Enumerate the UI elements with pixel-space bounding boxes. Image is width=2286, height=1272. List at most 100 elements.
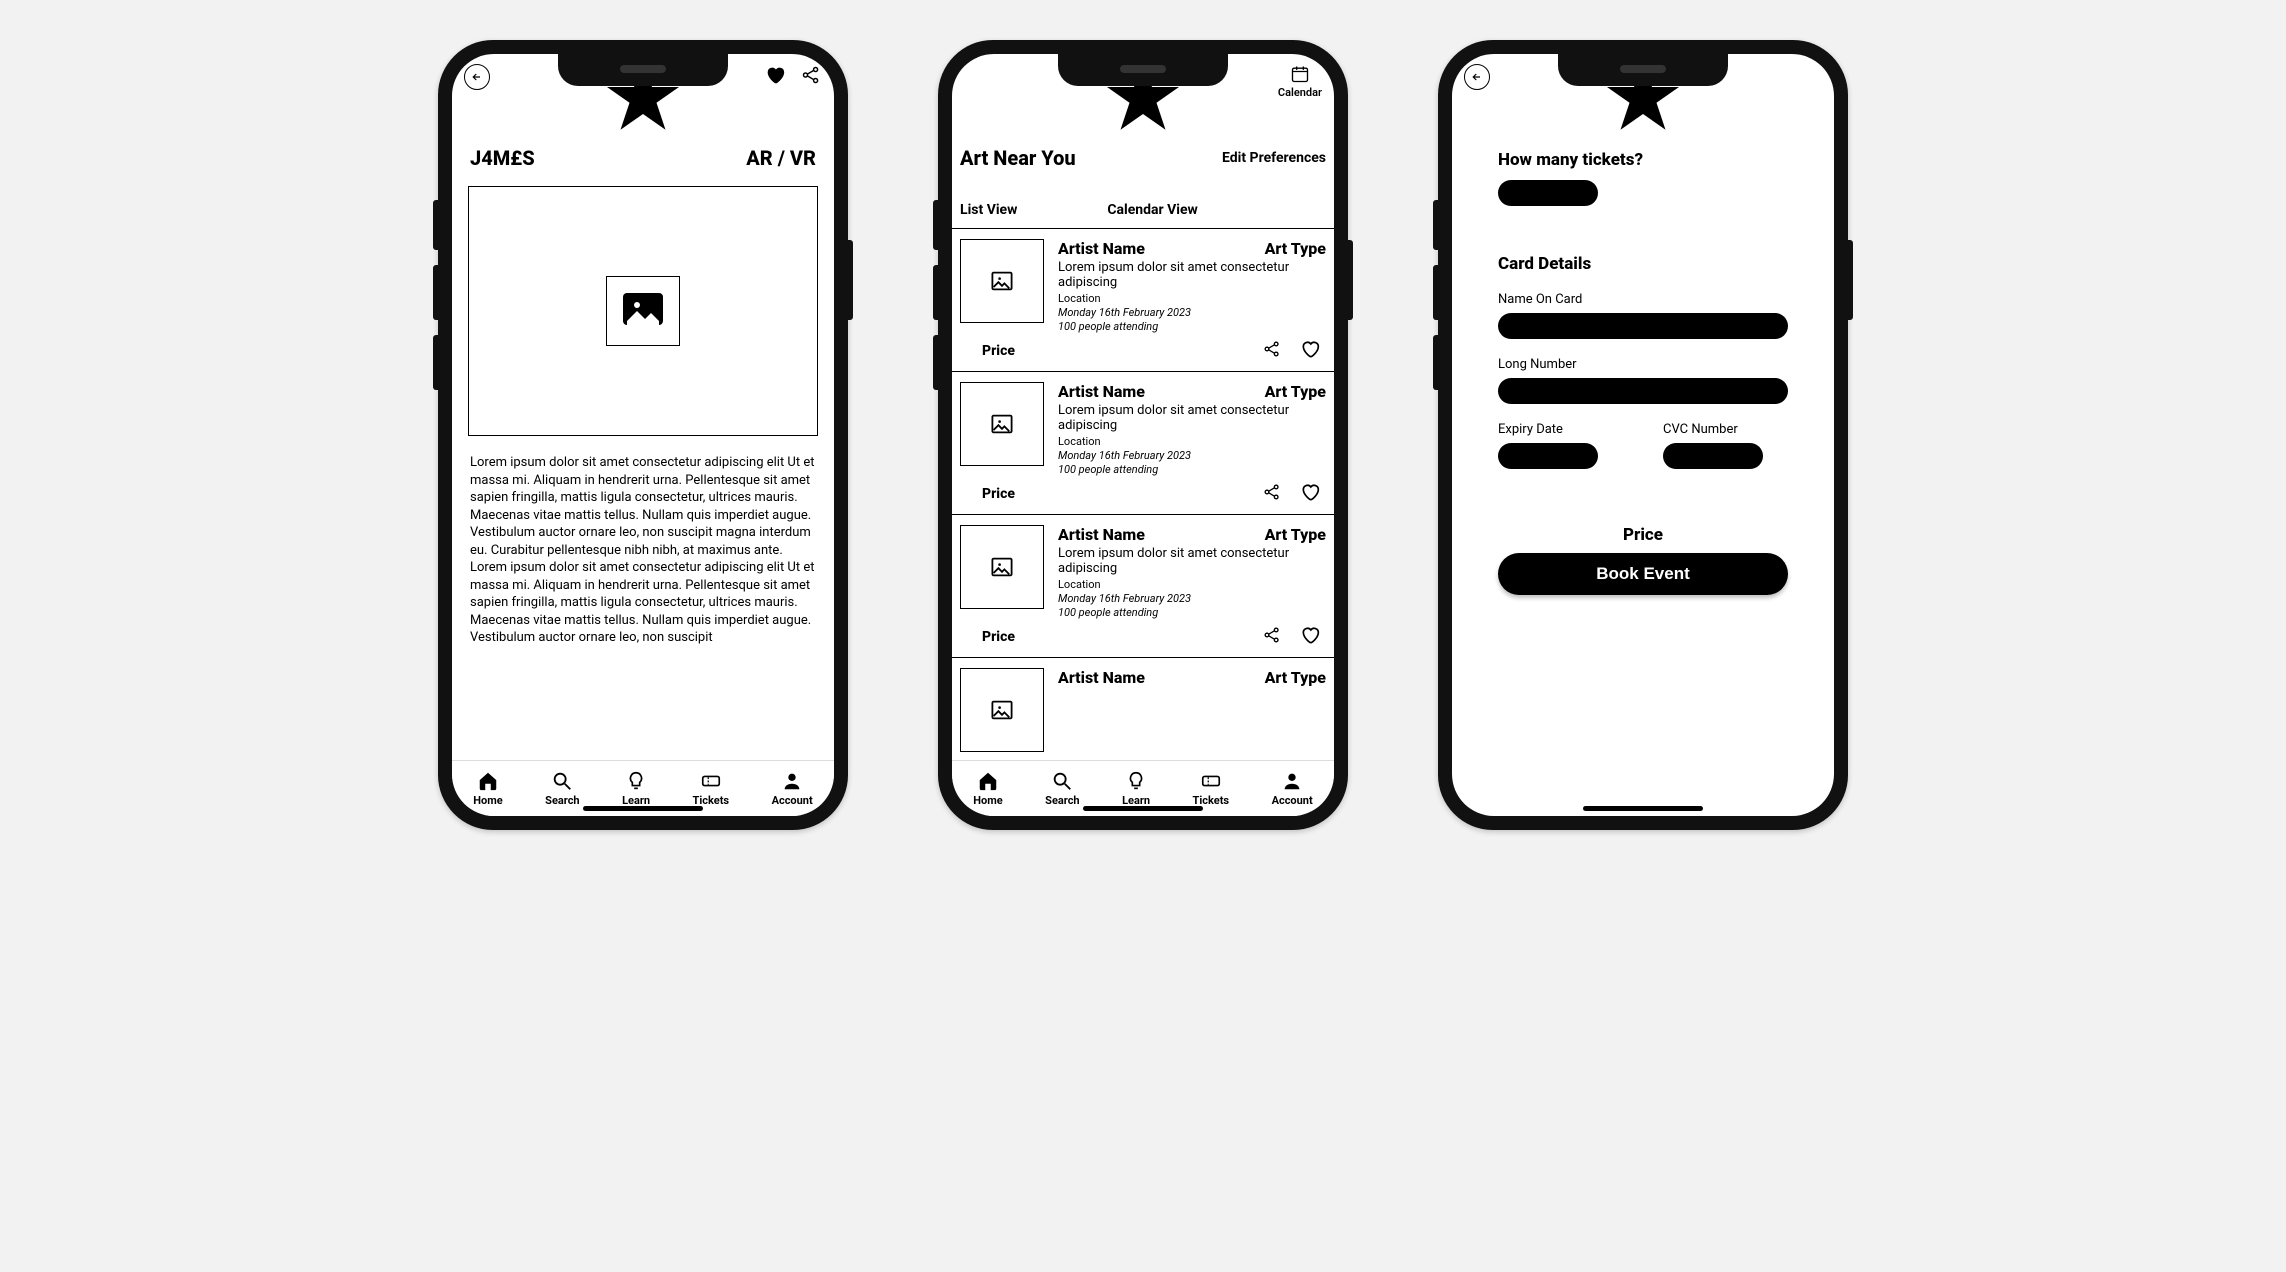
event-artist-name: Artist Name: [1058, 239, 1145, 258]
calendar-button[interactable]: Calendar: [1278, 64, 1322, 99]
ticket-icon: [700, 770, 722, 792]
artist-description: Lorem ipsum dolor sit amet consectetur a…: [464, 436, 822, 647]
event-list: Artist Name Art Type Lorem ipsum dolor s…: [952, 228, 1334, 760]
image-placeholder-icon: [989, 555, 1015, 579]
share-button[interactable]: [1262, 625, 1282, 649]
event-description: Lorem ipsum dolor sit amet consectetur a…: [1058, 260, 1326, 290]
share-button[interactable]: [1262, 482, 1282, 506]
edit-preferences-link[interactable]: Edit Preferences: [1222, 150, 1326, 166]
heart-outline-icon: [1300, 625, 1320, 645]
share-icon: [800, 64, 822, 86]
event-price: Price: [960, 343, 1015, 359]
search-icon: [551, 770, 573, 792]
event-location: Location: [1058, 292, 1326, 305]
nav-search[interactable]: Search: [545, 770, 579, 807]
event-art-type: Art Type: [1265, 239, 1326, 258]
favorite-button[interactable]: [1300, 625, 1320, 649]
event-date: Monday 16th February 2023: [1058, 592, 1326, 605]
heart-outline-icon: [1300, 339, 1320, 359]
event-attending: 100 people attending: [1058, 606, 1326, 619]
name-on-card-label: Name On Card: [1498, 292, 1788, 307]
heart-icon: [764, 64, 786, 86]
expiry-input[interactable]: [1498, 443, 1598, 469]
event-price: Price: [960, 629, 1015, 645]
price-label: Price: [1498, 525, 1788, 545]
event-card[interactable]: Artist Name Art Type Lorem ipsum dolor s…: [952, 372, 1334, 515]
nav-home-label: Home: [473, 794, 502, 807]
phone-art-near-you: Calendar Art Near You Edit Preferences L…: [938, 40, 1348, 830]
search-icon: [1051, 770, 1073, 792]
card-details-heading: Card Details: [1498, 254, 1788, 274]
nav-account-label: Account: [1272, 794, 1313, 807]
name-on-card-input[interactable]: [1498, 313, 1788, 339]
nav-home-label: Home: [973, 794, 1002, 807]
expiry-label: Expiry Date: [1498, 422, 1623, 437]
share-icon: [1262, 625, 1282, 645]
image-placeholder-icon: [989, 698, 1015, 722]
image-placeholder-icon: [989, 412, 1015, 436]
nav-learn[interactable]: Learn: [622, 770, 650, 807]
share-button[interactable]: [800, 64, 822, 90]
cvc-label: CVC Number: [1663, 422, 1788, 437]
book-event-button[interactable]: Book Event: [1498, 553, 1788, 595]
share-button[interactable]: [1262, 339, 1282, 363]
image-placeholder-icon: [989, 269, 1015, 293]
event-card[interactable]: Artist Name Art Type Lorem ipsum dolor s…: [952, 229, 1334, 372]
calendar-icon: [1290, 64, 1310, 84]
nav-tickets[interactable]: Tickets: [1193, 770, 1230, 807]
tickets-question: How many tickets?: [1498, 150, 1788, 170]
event-date: Monday 16th February 2023: [1058, 306, 1326, 319]
favorite-button[interactable]: [1300, 339, 1320, 363]
arvr-link[interactable]: AR / VR: [746, 146, 816, 170]
nav-search-label: Search: [1045, 794, 1079, 807]
ticket-icon: [1200, 770, 1222, 792]
event-date: Monday 16th February 2023: [1058, 449, 1326, 462]
tab-calendar-view[interactable]: Calendar View: [1107, 202, 1197, 218]
nav-account[interactable]: Account: [772, 770, 813, 807]
home-icon: [977, 770, 999, 792]
event-art-type: Art Type: [1265, 525, 1326, 544]
nav-account-label: Account: [772, 794, 813, 807]
tab-list-view[interactable]: List View: [960, 202, 1017, 218]
event-location: Location: [1058, 578, 1326, 591]
nav-home[interactable]: Home: [473, 770, 502, 807]
bulb-icon: [625, 770, 647, 792]
event-description: Lorem ipsum dolor sit amet consectetur a…: [1058, 546, 1326, 576]
back-button[interactable]: [464, 64, 490, 90]
ticket-quantity-input[interactable]: [1498, 180, 1598, 206]
event-thumbnail: [960, 382, 1044, 466]
event-art-type: Art Type: [1265, 382, 1326, 401]
nav-learn[interactable]: Learn: [1122, 770, 1150, 807]
favorite-button[interactable]: [764, 64, 786, 90]
bulb-icon: [1125, 770, 1147, 792]
event-artist-name: Artist Name: [1058, 382, 1145, 401]
favorite-button[interactable]: [1300, 482, 1320, 506]
nav-tickets[interactable]: Tickets: [693, 770, 730, 807]
home-icon: [477, 770, 499, 792]
card-number-input[interactable]: [1498, 378, 1788, 404]
event-card[interactable]: Artist Name Art Type Lorem ipsum dolor s…: [952, 515, 1334, 658]
arrow-left-icon: [1468, 68, 1486, 86]
artist-name: J4M£S: [470, 146, 535, 170]
user-icon: [781, 770, 803, 792]
nav-home[interactable]: Home: [973, 770, 1002, 807]
event-attending: 100 people attending: [1058, 320, 1326, 333]
event-thumbnail: [960, 239, 1044, 323]
event-attending: 100 people attending: [1058, 463, 1326, 476]
nav-account[interactable]: Account: [1272, 770, 1313, 807]
back-button[interactable]: [1464, 64, 1490, 90]
artwork-image[interactable]: [468, 186, 818, 436]
event-artist-name: Artist Name: [1058, 525, 1145, 544]
cvc-input[interactable]: [1663, 443, 1763, 469]
page-title: Art Near You: [960, 146, 1076, 170]
event-thumbnail: [960, 525, 1044, 609]
phone-book-event: How many tickets? Card Details Name On C…: [1438, 40, 1848, 830]
nav-search-label: Search: [545, 794, 579, 807]
image-placeholder-icon: [615, 285, 671, 333]
event-price: Price: [960, 486, 1015, 502]
nav-search[interactable]: Search: [1045, 770, 1079, 807]
event-thumbnail: [960, 668, 1044, 752]
user-icon: [1281, 770, 1303, 792]
share-icon: [1262, 482, 1282, 502]
event-card[interactable]: Artist Name Art Type: [952, 658, 1334, 760]
